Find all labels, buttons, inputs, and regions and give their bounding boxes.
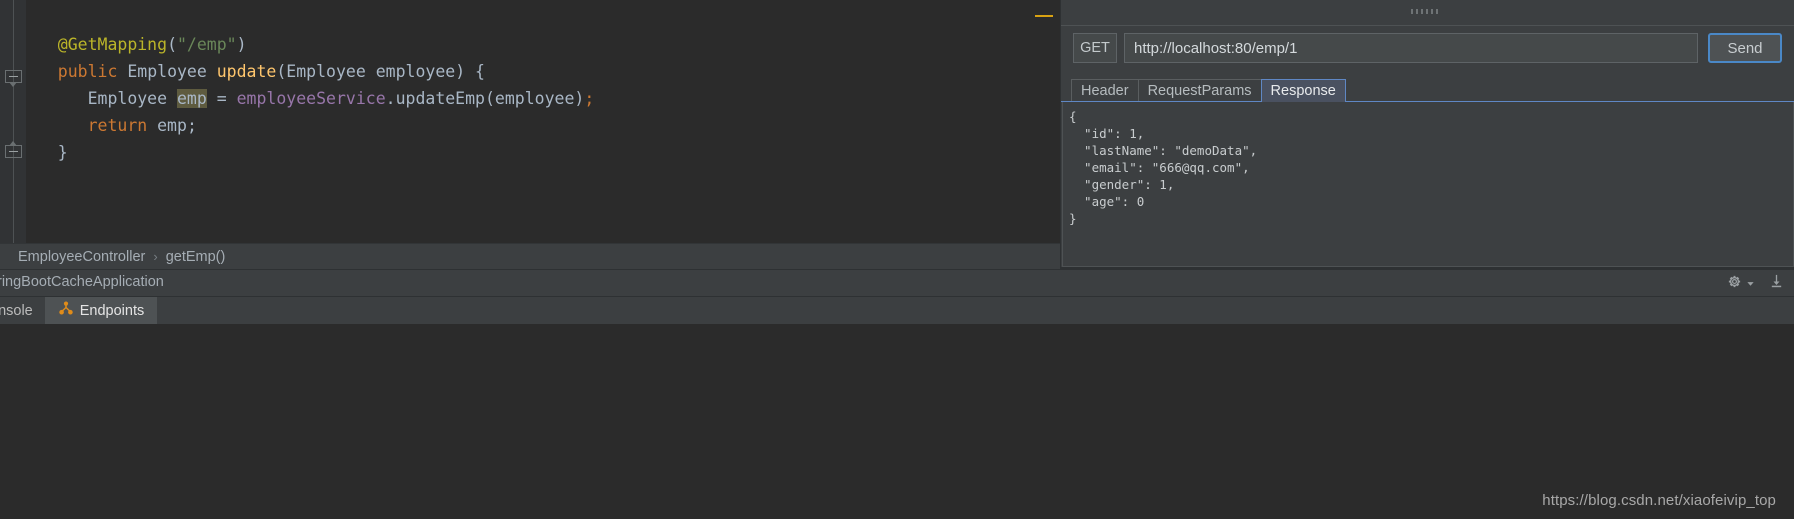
breadcrumb-method[interactable]: getEmp() [166, 249, 226, 265]
code-token: emp [147, 116, 187, 135]
export-download-icon[interactable] [1769, 273, 1784, 294]
code-token: ( [276, 62, 287, 81]
code-token: public [57, 62, 118, 81]
code-token: "/emp" [177, 35, 237, 54]
fold-dash [9, 151, 18, 152]
code-line: return emp; [28, 112, 197, 139]
gear-icon[interactable] [1727, 274, 1742, 294]
code-token: Employee [127, 62, 207, 81]
panel-drag-handle-row[interactable] [1061, 0, 1794, 26]
ide-window: @GetMapping("/emp") public Employee updat… [0, 0, 1794, 519]
url-input[interactable] [1124, 33, 1698, 63]
code-text-area[interactable]: @GetMapping("/emp") public Employee updat… [28, 0, 1060, 228]
code-token: = [206, 89, 237, 108]
response-json-line: "lastName": "demoData", [1069, 143, 1258, 158]
request-row: GET Send [1061, 28, 1794, 68]
code-token: @GetMapping [57, 35, 168, 54]
run-configuration-name[interactable]: ringBootCacheApplication [0, 274, 164, 290]
code-line: Employee emp = employeeService.updateEmp… [28, 85, 594, 112]
http-method-selector[interactable]: GET [1073, 33, 1117, 63]
code-token: employee [494, 89, 575, 108]
response-json-line: "id": 1, [1069, 126, 1145, 141]
chevron-down-icon[interactable] [1746, 275, 1755, 293]
code-token: employee [365, 62, 456, 81]
breadcrumb: EmployeeController › getEmp() [0, 243, 1060, 269]
code-line: @GetMapping("/emp") [28, 31, 247, 58]
response-json-line: { [1069, 109, 1077, 124]
response-json-line: "age": 0 [1069, 194, 1145, 209]
tool-window-tab-bar: onsole Endpoints [0, 297, 1794, 324]
code-token: . [385, 89, 396, 108]
code-token: ( [484, 89, 495, 108]
response-json-line: "email": "666@qq.com", [1069, 160, 1250, 175]
code-token: Employee [286, 62, 366, 81]
code-token: updateEmp [395, 89, 485, 108]
tab-console[interactable]: onsole [0, 297, 46, 324]
editor-vertical-scrollbar[interactable] [1042, 0, 1056, 228]
editor-scrollbar-change-marker [1035, 15, 1053, 17]
code-token: Employee [87, 89, 168, 108]
code-token: ) [574, 89, 585, 108]
tab-response[interactable]: Response [1260, 79, 1346, 102]
code-token: ) { [455, 62, 485, 81]
send-button[interactable]: Send [1708, 33, 1782, 63]
drag-handle-icon[interactable] [1410, 9, 1445, 14]
run-toolbar-icons [1727, 273, 1784, 294]
code-editor-pane: @GetMapping("/emp") public Employee updat… [0, 0, 1060, 467]
tab-endpoints-label: Endpoints [79, 302, 145, 319]
code-token: ; [584, 89, 595, 108]
tab-header-label: Header [1081, 83, 1129, 99]
tab-request-params[interactable]: RequestParams [1137, 79, 1262, 102]
fold-dash [9, 76, 18, 77]
panel-bottom-edge [1061, 267, 1794, 269]
code-line: public Employee update(Employee employee… [28, 58, 485, 85]
code-token: employeeService [236, 89, 386, 108]
gutter-guide-line [13, 0, 14, 252]
breadcrumb-class[interactable]: EmployeeController [18, 249, 145, 265]
response-body-viewer[interactable]: { "id": 1, "lastName": "demoData", "emai… [1062, 102, 1794, 267]
editor-gutter[interactable] [0, 0, 26, 252]
tab-response-label: Response [1270, 83, 1336, 99]
run-configuration-bar: ringBootCacheApplication [0, 269, 1794, 297]
console-output-area[interactable]: https://blog.csdn.net/xiaofeivip_top [0, 324, 1794, 519]
code-fold-marker-end[interactable] [5, 141, 22, 162]
code-token: ( [167, 35, 177, 54]
endpoints-icon [58, 301, 74, 320]
code-token: update [216, 62, 277, 81]
code-token: } [57, 143, 68, 162]
code-token: ) [236, 35, 247, 54]
tab-endpoints[interactable]: Endpoints [45, 297, 158, 324]
http-client-panel: GET Send Header RequestParams Response {… [1060, 0, 1794, 269]
code-fold-marker[interactable] [5, 70, 22, 87]
code-token: ; [186, 116, 197, 135]
breadcrumb-separator-icon: › [153, 249, 158, 264]
code-token: return [87, 116, 148, 135]
tab-header[interactable]: Header [1071, 79, 1139, 102]
code-line: } [28, 139, 68, 166]
tab-console-label: onsole [0, 302, 33, 319]
watermark-url: https://blog.csdn.net/xiaofeivip_top [1542, 492, 1776, 509]
response-json-line: } [1069, 211, 1077, 226]
code-token: emp [177, 89, 207, 108]
tab-request-params-label: RequestParams [1147, 83, 1252, 99]
response-json-line: "gender": 1, [1069, 177, 1175, 192]
editor-horizontal-scrollbar[interactable] [26, 228, 1060, 467]
fold-arrow-down-icon [9, 82, 17, 87]
response-tab-bar: Header RequestParams Response [1061, 78, 1794, 102]
